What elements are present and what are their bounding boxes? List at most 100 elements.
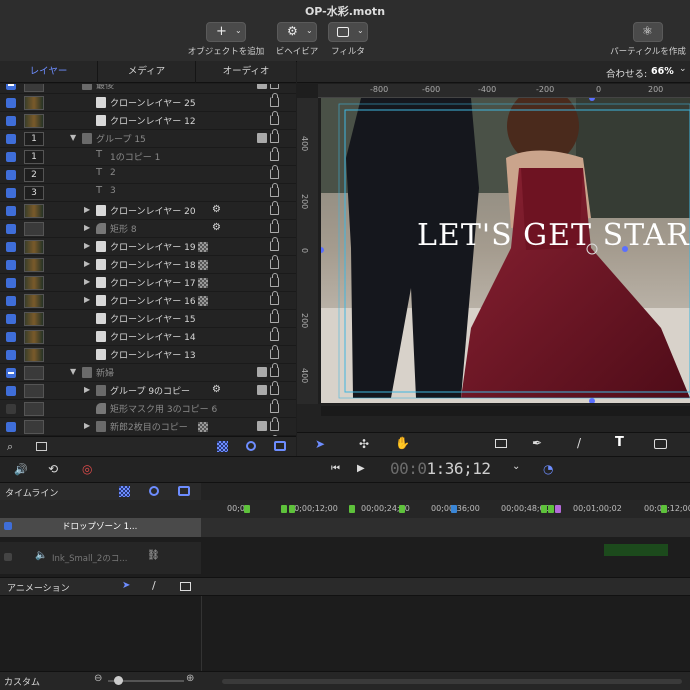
disclosure-collapsed-icon[interactable]: ▶ bbox=[84, 295, 90, 304]
lock-icon[interactable] bbox=[270, 219, 279, 233]
layer-row[interactable]: 1 ▼ グループ 15 bbox=[0, 129, 296, 148]
link-icon[interactable]: ⛓ bbox=[147, 550, 160, 561]
layer-row[interactable]: ▶ クローンレイヤー 16 bbox=[0, 291, 296, 310]
frame-icon[interactable] bbox=[180, 582, 191, 591]
custom-label[interactable]: カスタム bbox=[4, 675, 40, 688]
layer-row[interactable]: 最後 bbox=[0, 84, 296, 94]
lock-icon[interactable] bbox=[270, 93, 279, 107]
disclosure-collapsed-icon[interactable]: ▶ bbox=[84, 385, 90, 394]
layer-row[interactable]: ▶ グループ 9のコピー ⚙ bbox=[0, 381, 296, 400]
canvas-mini-timeline[interactable] bbox=[321, 406, 690, 416]
tab-media[interactable]: メディア bbox=[98, 61, 196, 83]
layer-row[interactable]: クローンレイヤー 14 bbox=[0, 327, 296, 346]
play-icon[interactable]: ▶ bbox=[357, 463, 365, 474]
chevron-down-icon[interactable]: ⌄ bbox=[512, 461, 520, 472]
layer-visibility-checkbox[interactable] bbox=[6, 170, 16, 180]
layer-row[interactable]: 矩形マスク用 3のコピー 6 bbox=[0, 399, 296, 418]
lock-icon[interactable] bbox=[270, 417, 279, 431]
marker-green[interactable] bbox=[541, 505, 547, 513]
pencil-icon[interactable]: / bbox=[152, 579, 156, 592]
checkerboard-icon[interactable] bbox=[119, 486, 130, 497]
track-drop-zone-bar[interactable] bbox=[201, 518, 690, 537]
marker-green[interactable] bbox=[349, 505, 355, 513]
layer-visibility-checkbox[interactable] bbox=[6, 422, 16, 432]
loop-icon[interactable]: ⟲ bbox=[48, 462, 58, 476]
layer-row[interactable]: ▶ クローンレイヤー 18 bbox=[0, 255, 296, 274]
lock-icon[interactable] bbox=[270, 399, 279, 413]
marker-blue[interactable] bbox=[451, 505, 457, 513]
track-checkbox[interactable] bbox=[4, 553, 12, 561]
lock-icon[interactable] bbox=[270, 255, 279, 269]
layer-row[interactable]: 1 T 1のコピー 1 bbox=[0, 147, 296, 166]
disclosure-collapsed-icon[interactable]: ▶ bbox=[84, 277, 90, 286]
record-icon[interactable]: ◎ bbox=[82, 462, 92, 476]
group-isolate-icon[interactable] bbox=[257, 133, 267, 143]
marker-green[interactable] bbox=[399, 505, 405, 513]
layer-visibility-checkbox[interactable] bbox=[6, 260, 16, 270]
layer-row[interactable]: ▶ クローンレイヤー 19 bbox=[0, 237, 296, 256]
audio-clip[interactable] bbox=[604, 544, 668, 556]
behaviors-button[interactable]: ⚙ ⌄ bbox=[277, 22, 317, 42]
track-audio[interactable]: 🔈 Ink_Small_2のコ... ⛓ bbox=[0, 542, 201, 574]
bezier-pen-icon[interactable]: ✒ bbox=[532, 436, 542, 450]
disclosure-collapsed-icon[interactable]: ▶ bbox=[84, 205, 90, 214]
layer-row[interactable]: 2T2 bbox=[0, 165, 296, 184]
layer-visibility-checkbox[interactable] bbox=[6, 134, 16, 144]
layer-visibility-checkbox[interactable] bbox=[6, 188, 16, 198]
layer-visibility-checkbox[interactable] bbox=[6, 332, 16, 342]
layer-visibility-checkbox[interactable] bbox=[6, 152, 16, 162]
lock-icon[interactable] bbox=[270, 165, 279, 179]
layer-visibility-checkbox[interactable] bbox=[6, 116, 16, 126]
layer-visibility-checkbox[interactable] bbox=[6, 84, 16, 90]
circle-mask-icon[interactable] bbox=[246, 441, 256, 451]
layer-row[interactable]: ▶ クローンレイヤー 20 ⚙ bbox=[0, 201, 296, 220]
layer-row[interactable]: ▶ 新郎2枚目のコピー bbox=[0, 417, 296, 436]
disclosure-collapsed-icon[interactable]: ▶ bbox=[84, 241, 90, 250]
layer-visibility-checkbox[interactable] bbox=[6, 296, 16, 306]
filter-checker-icon[interactable] bbox=[198, 296, 208, 306]
layer-row[interactable]: クローンレイヤー 25 bbox=[0, 93, 296, 112]
layer-row[interactable]: クローンレイヤー 12 bbox=[0, 111, 296, 130]
zoom-in-icon[interactable]: ⊕ bbox=[186, 673, 194, 684]
layer-visibility-checkbox[interactable] bbox=[6, 386, 16, 396]
circle-mask-icon[interactable] bbox=[149, 486, 159, 496]
audio-icon[interactable]: 🔊 bbox=[14, 463, 28, 476]
layer-visibility-checkbox[interactable] bbox=[6, 350, 16, 360]
lock-icon[interactable] bbox=[270, 345, 279, 359]
zoom-out-icon[interactable]: ⊖ bbox=[94, 673, 102, 684]
lock-icon[interactable] bbox=[270, 129, 279, 143]
playhead-icon[interactable]: ◔ bbox=[543, 462, 553, 476]
mask-icon[interactable] bbox=[654, 439, 667, 449]
zoom-value[interactable]: 66% bbox=[651, 66, 674, 77]
group-isolate-icon[interactable] bbox=[257, 421, 267, 431]
layer-row[interactable]: ▶ クローンレイヤー 17 bbox=[0, 273, 296, 292]
chevron-down-icon[interactable]: ⌄ bbox=[679, 64, 687, 74]
behavior-gear-icon[interactable]: ⚙ bbox=[212, 384, 221, 395]
disclosure-collapsed-icon[interactable]: ▶ bbox=[84, 259, 90, 268]
lock-icon[interactable] bbox=[270, 84, 279, 89]
lock-icon[interactable] bbox=[270, 327, 279, 341]
layer-visibility-checkbox[interactable] bbox=[6, 278, 16, 288]
disclosure-collapsed-icon[interactable]: ▶ bbox=[84, 421, 90, 430]
layer-visibility-checkbox[interactable] bbox=[6, 314, 16, 324]
3d-transform-icon[interactable]: ✣ bbox=[359, 437, 369, 451]
checkerboard-icon[interactable] bbox=[217, 441, 228, 452]
zoom-slider-knob[interactable] bbox=[114, 676, 123, 685]
go-to-start-icon[interactable]: ⏮ bbox=[331, 463, 340, 474]
marker-green[interactable] bbox=[281, 505, 287, 513]
layer-row[interactable]: ▼ 新婦 bbox=[0, 363, 296, 382]
tab-audio[interactable]: オーディオ bbox=[196, 61, 296, 83]
paint-stroke-icon[interactable]: / bbox=[577, 436, 581, 450]
timecode-display[interactable]: 00:01:36;12 bbox=[390, 459, 491, 478]
hand-pan-icon[interactable]: ✋ bbox=[395, 436, 410, 450]
track-drop-zone[interactable]: ドロップゾーン 1... bbox=[0, 518, 201, 537]
animation-editor[interactable] bbox=[0, 596, 690, 671]
lock-icon[interactable] bbox=[270, 363, 279, 377]
lock-icon[interactable] bbox=[270, 147, 279, 161]
filters-button[interactable]: ⌄ bbox=[328, 22, 368, 42]
group-isolate-icon[interactable] bbox=[257, 385, 267, 395]
marker-green[interactable] bbox=[244, 505, 250, 513]
group-isolate-icon[interactable] bbox=[257, 84, 267, 89]
timeline-ruler[interactable]: 00;00 00;00;12;00 00;00;24;00 00;00;36;0… bbox=[201, 500, 690, 518]
track-checkbox[interactable] bbox=[4, 522, 12, 530]
